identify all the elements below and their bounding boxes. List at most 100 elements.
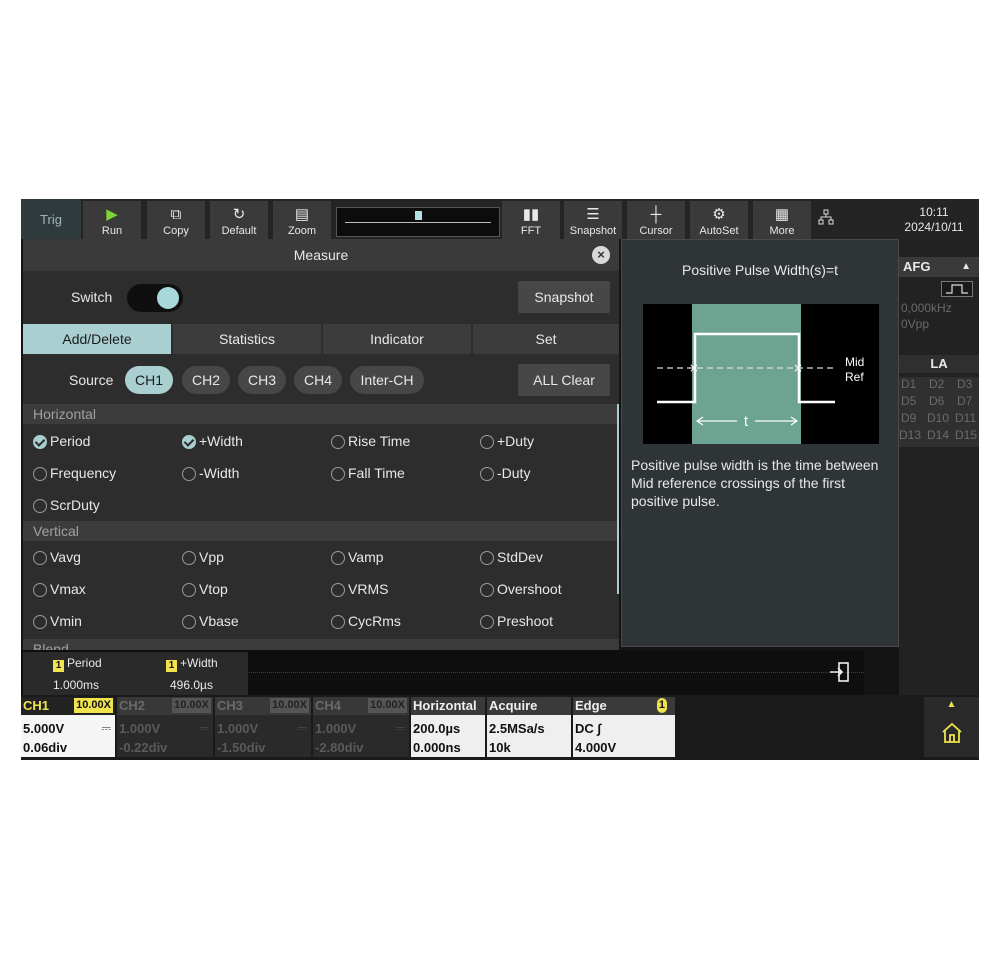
ch4-offset: -2.80div (315, 740, 364, 755)
more-button[interactable]: ▦ More (753, 201, 811, 239)
radio-icon (331, 583, 345, 597)
radio-icon (33, 615, 47, 629)
copy-button[interactable]: ⧉ Copy (147, 201, 205, 239)
tab-indicator[interactable]: Indicator (323, 324, 471, 354)
bottom-status-bar: CH1 10.00X 5.000V ⎓ 0.06div CH2 10.00X 1… (21, 695, 979, 760)
la-header[interactable]: LA (899, 355, 979, 373)
ch3-box[interactable]: CH3 10.00X 1.000V ⎓ -1.50div (215, 697, 311, 757)
option-vavg[interactable]: Vavg (33, 547, 81, 567)
option-vbase[interactable]: Vbase (182, 611, 239, 631)
option-vmax[interactable]: Vmax (33, 579, 86, 599)
measure-switch-toggle[interactable] (127, 284, 183, 312)
la-d2[interactable]: D2 (929, 377, 944, 391)
help-description: Positive pulse width is the time between… (631, 457, 879, 509)
option-vrms[interactable]: VRMS (331, 579, 388, 599)
source-ch4[interactable]: CH4 (294, 366, 342, 394)
ch1-box[interactable]: CH1 10.00X 5.000V ⎓ 0.06div (21, 697, 115, 757)
horizontal-scale: 200.0µs (413, 721, 461, 736)
run-button[interactable]: ▶ Run (83, 201, 141, 239)
ch2-scale: 1.000V (119, 721, 161, 736)
timebase-overview-bar[interactable] (336, 207, 500, 237)
radio-icon (331, 467, 345, 481)
la-d11[interactable]: D11 (955, 411, 976, 425)
la-d13[interactable]: D13 (899, 428, 921, 442)
timebase-marker[interactable] (415, 211, 422, 220)
option-plus-width[interactable]: +Width (182, 431, 243, 451)
source-ch3[interactable]: CH3 (238, 366, 286, 394)
clock: 10:11 2024/10/11 (891, 205, 977, 235)
checkbox-checked-icon (33, 435, 47, 449)
measure-results-panel[interactable]: 1 Period 1 +Width 1.000ms 496.0µs (23, 652, 248, 695)
option-period[interactable]: Period (33, 431, 90, 451)
option-plus-duty[interactable]: +Duty (480, 431, 534, 451)
all-clear-button[interactable]: ALL Clear (518, 364, 610, 396)
ch4-box[interactable]: CH4 10.00X 1.000V ⎓ -2.80div (313, 697, 409, 757)
tab-add-delete[interactable]: Add/Delete (23, 324, 171, 354)
la-d1[interactable]: D1 (901, 377, 916, 391)
expand-up-icon: ▲ (946, 699, 957, 710)
zoom-button[interactable]: ▤ Zoom (273, 201, 331, 239)
radio-icon (480, 615, 494, 629)
snapshot-toolbar-button[interactable]: ☰ Snapshot (564, 201, 622, 239)
source-ch1[interactable]: CH1 (125, 366, 173, 394)
option-scrduty[interactable]: ScrDuty (33, 495, 100, 515)
option-cycrms[interactable]: CycRms (331, 611, 401, 631)
afg-header[interactable]: AFG ▲ (899, 257, 979, 277)
fft-button[interactable]: ▮▮ FFT (502, 201, 560, 239)
horizontal-box[interactable]: Horizontal 200.0µs 0.000ns (411, 697, 485, 757)
option-frequency[interactable]: Frequency (33, 463, 116, 483)
edge-trigger-level: 4.000V (575, 740, 617, 755)
option-vmin[interactable]: Vmin (33, 611, 82, 631)
ch2-box[interactable]: CH2 10.00X 1.000V ⎓ -0.22div (117, 697, 213, 757)
la-d6[interactable]: D6 (929, 394, 944, 408)
help-title: Positive Pulse Width(s)=t (682, 262, 838, 278)
list-scrollbar[interactable] (617, 404, 619, 594)
acquire-memory-depth: 10k (489, 740, 511, 755)
option-rise-time[interactable]: Rise Time (331, 431, 410, 451)
acquire-box[interactable]: Acquire 2.5MSa/s 10k (487, 697, 571, 757)
checkbox-checked-icon (182, 435, 196, 449)
cursor-button[interactable]: ┼ Cursor (627, 201, 685, 239)
measure-dialog: Measure × Switch Snapshot Add/Delete Sta… (23, 239, 619, 650)
tab-statistics[interactable]: Statistics (173, 324, 321, 354)
radio-icon (182, 615, 196, 629)
close-icon[interactable]: × (592, 246, 610, 264)
section-horizontal: Horizontal (23, 404, 619, 424)
option-vtop[interactable]: Vtop (182, 579, 228, 599)
la-d7[interactable]: D7 (957, 394, 972, 408)
option-overshoot[interactable]: Overshoot (480, 579, 562, 599)
la-d9[interactable]: D9 (901, 411, 916, 425)
source-inter-ch[interactable]: Inter-CH (350, 366, 424, 394)
trig-status[interactable]: Trig (21, 199, 81, 239)
option-vamp[interactable]: Vamp (331, 547, 384, 567)
option-minus-width[interactable]: -Width (182, 463, 239, 483)
ch1-scale: 5.000V (23, 721, 65, 736)
autoset-button[interactable]: ⚙ AutoSet (690, 201, 748, 239)
timebase-line (345, 222, 491, 223)
fft-icon: ▮▮ (522, 206, 540, 223)
radio-icon (33, 467, 47, 481)
la-d3[interactable]: D3 (957, 377, 972, 391)
dc-coupling-icon: ⎓ (297, 721, 307, 735)
option-preshoot[interactable]: Preshoot (480, 611, 553, 631)
option-minus-duty[interactable]: -Duty (480, 463, 530, 483)
exit-icon[interactable] (822, 660, 856, 690)
la-d10[interactable]: D10 (927, 411, 949, 425)
tab-set[interactable]: Set (473, 324, 619, 354)
option-fall-time[interactable]: Fall Time (331, 463, 405, 483)
default-button[interactable]: ↻ Default (210, 201, 268, 239)
ch2-offset: -0.22div (119, 740, 168, 755)
snapshot-button[interactable]: Snapshot (518, 281, 610, 313)
home-button[interactable]: ▲ (924, 697, 979, 757)
edge-trigger-box[interactable]: Edge 1 DC ∫ 4.000V (573, 697, 675, 757)
option-stddev[interactable]: StdDev (480, 547, 543, 567)
la-d14[interactable]: D14 (927, 428, 949, 442)
la-d5[interactable]: D5 (901, 394, 916, 408)
la-d15[interactable]: D15 (955, 428, 977, 442)
grid-icon: ▦ (774, 206, 790, 223)
source-ch2[interactable]: CH2 (182, 366, 230, 394)
source-label: Source (69, 372, 114, 388)
acquire-label: Acquire (487, 697, 571, 715)
network-icon[interactable] (818, 209, 834, 228)
option-vpp[interactable]: Vpp (182, 547, 224, 567)
